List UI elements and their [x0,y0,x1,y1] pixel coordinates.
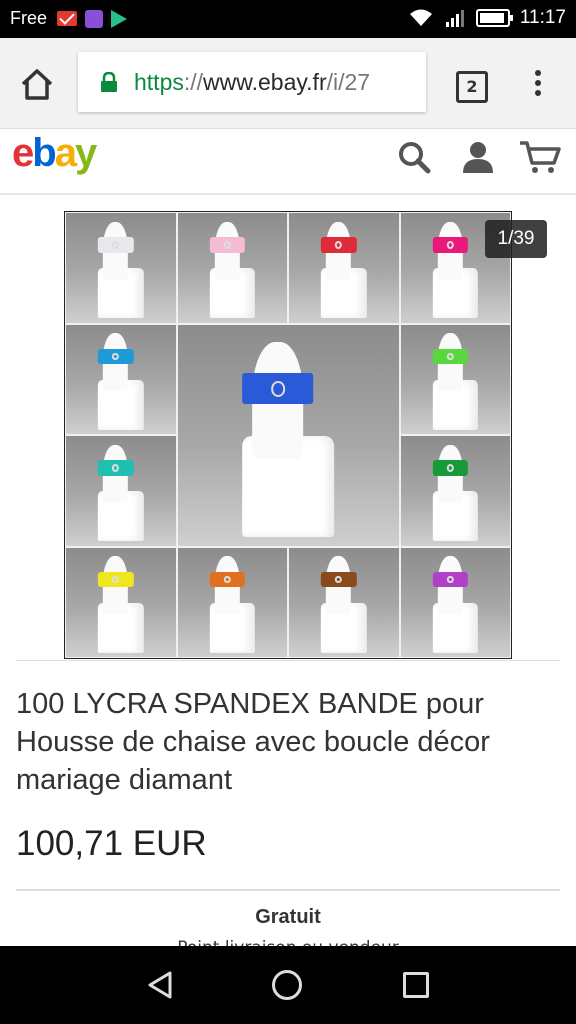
back-icon[interactable] [146,970,176,1000]
signal-icon [445,10,464,27]
url-bar[interactable]: https://www.ebay.fr/i/27 [78,52,426,112]
notification-app-icon [85,9,104,28]
gallery-tile [176,323,400,547]
url-path: /i/27 [326,69,371,95]
url-scheme: https [134,69,184,95]
search-icon[interactable] [396,139,432,175]
chair-image [237,342,339,537]
gallery-tile [399,323,511,435]
home-nav-icon[interactable] [272,970,302,1000]
image-counter: 1/39 [485,220,547,258]
site-header: ebay [0,129,576,195]
ebay-logo[interactable]: ebay [12,131,97,176]
user-icon[interactable] [460,139,496,175]
product-title: 100 LYCRA SPANDEX BANDE pour Housse de c… [16,688,490,796]
home-icon[interactable] [14,64,60,104]
clock: 11:17 [519,7,566,28]
chair-image [430,333,480,430]
lock-icon [101,72,117,92]
play-store-icon [111,9,128,28]
product-image[interactable] [64,211,512,659]
chair-image [319,221,369,319]
system-nav-bar [0,946,576,1024]
gallery-tile [65,435,177,547]
gallery-tile [65,323,177,435]
divider [16,660,560,661]
gallery-tile [288,212,400,324]
product-price: 100,71 EUR [16,824,207,863]
chair-image [96,333,146,430]
gallery-tile [399,435,511,547]
chair-image [430,444,480,542]
wifi-icon [409,9,432,26]
url-separator: :// [183,69,204,95]
battery-icon [475,9,513,27]
gallery-tile [65,546,177,658]
chair-image [96,556,146,653]
overflow-menu-icon[interactable] [530,70,546,100]
gallery-tile [176,546,288,658]
gallery-tile [399,546,511,658]
url-host: www.ebay.fr [203,69,327,95]
tab-switcher-button[interactable]: 2 [456,71,488,103]
browser-toolbar: https://www.ebay.fr/i/27 2 [0,38,576,129]
chair-image [207,556,257,653]
chair-image [96,221,146,319]
gallery-tile [176,212,288,324]
chair-image [430,221,480,319]
chair-image [207,221,257,319]
carrier-name: Free [10,8,48,28]
gallery-tile [65,212,177,324]
chair-image [319,556,369,653]
recent-apps-icon[interactable] [403,972,429,998]
divider [16,889,560,891]
url-text: https://www.ebay.fr/i/27 [134,69,370,96]
chair-image [430,556,480,653]
chair-image [96,444,146,542]
shipping-cost: Gratuit [255,906,321,928]
shipping-note: Point livraison ou vendeur [0,938,576,946]
gmail-icon [57,11,78,26]
gallery-tile [288,546,400,658]
status-bar: Free 11:17 [0,0,576,38]
cart-icon[interactable] [518,139,562,175]
